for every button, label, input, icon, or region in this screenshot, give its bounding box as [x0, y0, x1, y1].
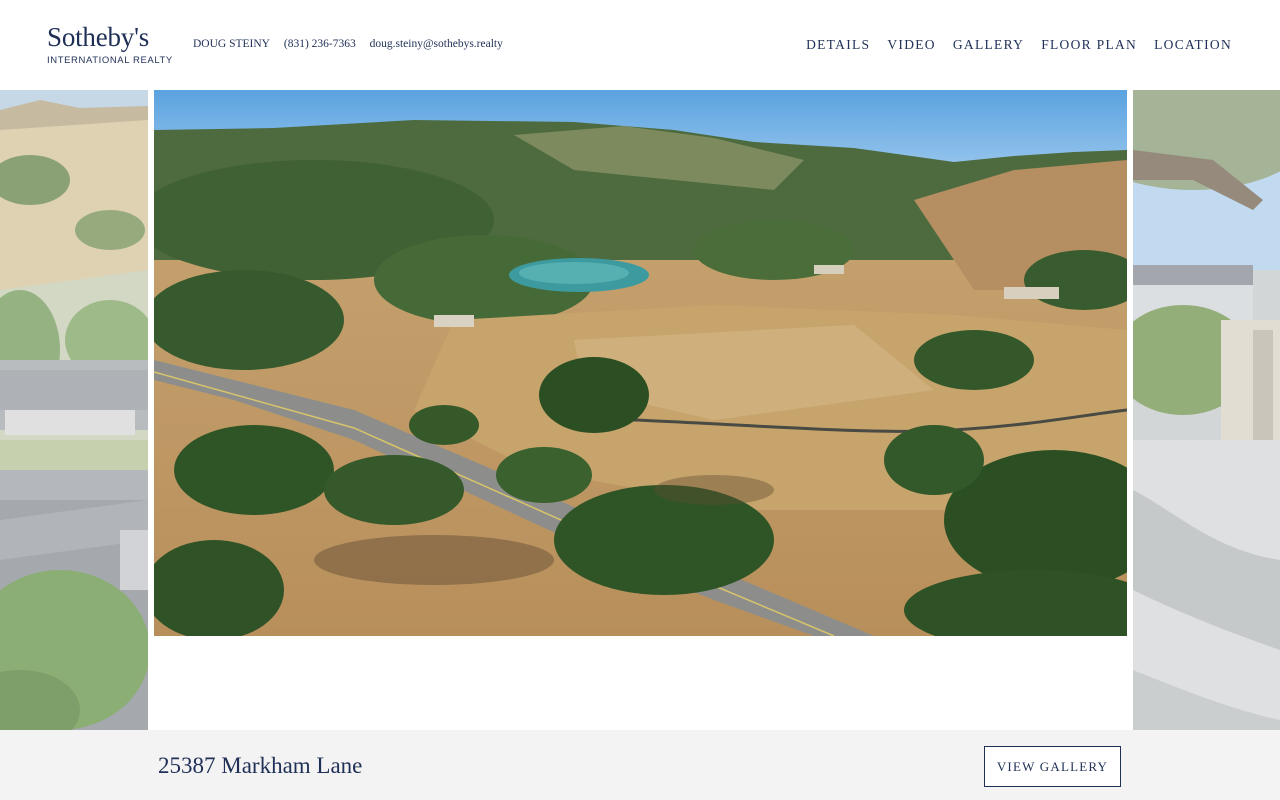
gallery-slide-next[interactable]: [1133, 90, 1280, 730]
aerial-ranch-photo: [154, 90, 1127, 636]
agent-name: DOUG STEINY: [193, 38, 270, 50]
nav-video[interactable]: VIDEO: [887, 37, 936, 53]
brand-name: Sotheby's: [47, 22, 150, 52]
agent-contact: DOUG STEINY (831) 236-7363 doug.steiny@s…: [193, 38, 514, 50]
aerial-neighborhood-photo: [0, 90, 148, 730]
gallery-slide-current[interactable]: [154, 90, 1127, 636]
view-gallery-button[interactable]: VIEW GALLERY: [984, 746, 1121, 787]
agent-email[interactable]: doug.steiny@sothebys.realty: [370, 38, 503, 50]
nav-location[interactable]: LOCATION: [1154, 37, 1232, 53]
nav-details[interactable]: DETAILS: [806, 37, 870, 53]
home-exterior-photo: [1133, 90, 1280, 730]
gallery-slide-previous[interactable]: [0, 90, 148, 730]
main-nav: DETAILS VIDEO GALLERY FLOOR PLAN LOCATIO…: [806, 37, 1232, 53]
brand-logo[interactable]: Sotheby's INTERNATIONAL REALTY: [47, 22, 173, 66]
listing-address: 25387 Markham Lane: [158, 753, 363, 778]
listing-footer-bar: 25387 Markham Lane VIEW GALLERY: [0, 730, 1280, 800]
nav-floor-plan[interactable]: FLOOR PLAN: [1041, 37, 1137, 53]
nav-gallery[interactable]: GALLERY: [953, 37, 1024, 53]
agent-phone[interactable]: (831) 236-7363: [284, 38, 356, 50]
brand-subtitle: INTERNATIONAL REALTY: [47, 55, 173, 66]
site-header: Sotheby's INTERNATIONAL REALTY DOUG STEI…: [0, 0, 1280, 90]
